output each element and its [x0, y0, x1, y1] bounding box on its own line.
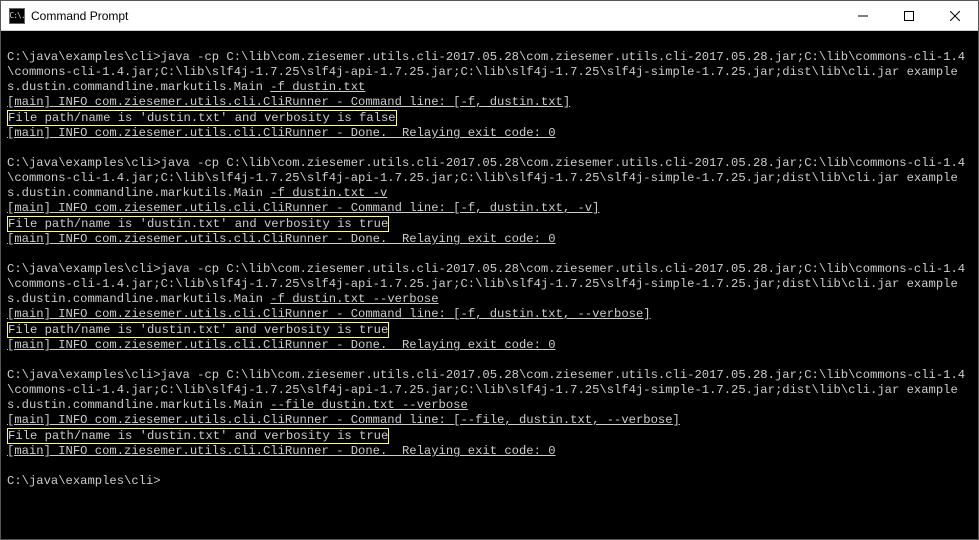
- prompt-line: C:\java\examples\cli>: [7, 474, 972, 489]
- command-args: --file dustin.txt --verbose: [270, 398, 467, 412]
- parsed-args: [-f, dustin.txt, -v]: [453, 201, 599, 215]
- result-line: File path/name is 'dustin.txt' and verbo…: [7, 322, 972, 338]
- window-controls: [840, 1, 978, 30]
- info-line: [main] INFO com.ziesemer.utils.cli.CliRu…: [7, 307, 972, 322]
- cmd-icon: C:\.: [9, 8, 25, 24]
- result-line: File path/name is 'dustin.txt' and verbo…: [7, 428, 972, 444]
- parsed-args: [--file, dustin.txt, --verbose]: [453, 413, 680, 427]
- done-line: [main] INFO com.ziesemer.utils.cli.CliRu…: [7, 232, 972, 247]
- info-line: [main] INFO com.ziesemer.utils.cli.CliRu…: [7, 413, 972, 428]
- result-line: File path/name is 'dustin.txt' and verbo…: [7, 110, 972, 126]
- window-title: Command Prompt: [31, 9, 840, 23]
- done-line: [main] INFO com.ziesemer.utils.cli.CliRu…: [7, 444, 972, 459]
- command-line: C:\java\examples\cli>java -cp C:\lib\com…: [7, 156, 972, 201]
- command-args: -f dustin.txt: [270, 80, 365, 94]
- done-line: [main] INFO com.ziesemer.utils.cli.CliRu…: [7, 126, 972, 141]
- command-line: C:\java\examples\cli>java -cp C:\lib\com…: [7, 262, 972, 307]
- command-args: -f dustin.txt --verbose: [270, 292, 438, 306]
- minimize-button[interactable]: [840, 1, 886, 30]
- command-line: C:\java\examples\cli>java -cp C:\lib\com…: [7, 50, 972, 95]
- result-line: File path/name is 'dustin.txt' and verbo…: [7, 216, 972, 232]
- maximize-button[interactable]: [886, 1, 932, 30]
- command-args: -f dustin.txt -v: [270, 186, 387, 200]
- terminal-output[interactable]: C:\java\examples\cli>java -cp C:\lib\com…: [1, 31, 978, 539]
- titlebar[interactable]: C:\. Command Prompt: [1, 1, 978, 31]
- close-button[interactable]: [932, 1, 978, 30]
- cmd-icon-text: C:\.: [9, 11, 24, 20]
- info-line: [main] INFO com.ziesemer.utils.cli.CliRu…: [7, 95, 972, 110]
- parsed-args: [-f, dustin.txt, --verbose]: [453, 307, 650, 321]
- command-line: C:\java\examples\cli>java -cp C:\lib\com…: [7, 368, 972, 413]
- parsed-args: [-f, dustin.txt]: [453, 95, 570, 109]
- done-line: [main] INFO com.ziesemer.utils.cli.CliRu…: [7, 338, 972, 353]
- info-line: [main] INFO com.ziesemer.utils.cli.CliRu…: [7, 201, 972, 216]
